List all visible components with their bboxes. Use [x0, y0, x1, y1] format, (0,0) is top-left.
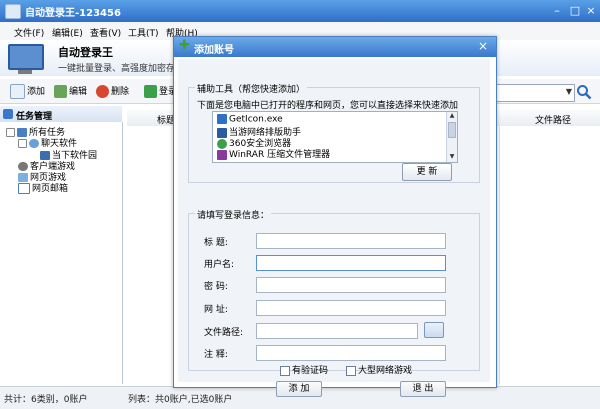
- status-left: 共计：6类别，0账户: [4, 395, 88, 405]
- task-panel-header: 任务管理: [0, 106, 122, 123]
- task-panel-title: 任务管理: [16, 112, 53, 122]
- url-label: 网 址:: [204, 305, 228, 315]
- refresh-button[interactable]: 更 新: [402, 163, 452, 181]
- password-field[interactable]: [256, 277, 446, 293]
- menu-view[interactable]: 查看(V): [90, 26, 121, 39]
- title-field[interactable]: [256, 233, 446, 249]
- add-button[interactable]: 添加: [10, 84, 45, 99]
- scroll-down-icon[interactable]: ▼: [448, 153, 456, 161]
- search-input[interactable]: ▼: [493, 84, 575, 102]
- dialog-title-bar: ✚ 添加账号 ×: [174, 37, 496, 57]
- title-label: 标 题:: [204, 238, 228, 248]
- delete-button[interactable]: 删除: [96, 84, 129, 98]
- task-tree: 所有任务 聊天软件 当下软件园 客户端游戏 网页游戏 网页邮箱: [0, 122, 123, 384]
- banner-subtitle: 一键批量登录、高强度加密存储: [58, 64, 185, 74]
- add-account-button[interactable]: 添 加: [276, 381, 322, 397]
- filepath-field[interactable]: [256, 323, 418, 339]
- add-icon: [10, 84, 25, 99]
- list-item[interactable]: GetIcon.exe: [217, 114, 283, 125]
- edit-button[interactable]: 编辑: [54, 84, 87, 98]
- username-label: 用户名:: [204, 260, 235, 270]
- captcha-checkbox[interactable]: 有验证码: [280, 363, 328, 376]
- menu-file[interactable]: 文件(F): [14, 26, 44, 39]
- note-field[interactable]: [256, 345, 446, 361]
- search-icon[interactable]: [576, 84, 592, 100]
- task-icon: [3, 109, 13, 119]
- app-icon: [5, 4, 21, 19]
- monitor-icon: [8, 44, 44, 70]
- collapse-icon[interactable]: [18, 139, 27, 148]
- column-filepath[interactable]: 文件路径: [535, 113, 571, 126]
- checkbox-icon[interactable]: [346, 365, 356, 376]
- dialog-title: 添加账号: [194, 45, 234, 56]
- column-divider: [499, 126, 500, 384]
- add-account-dialog: ✚ 添加账号 × 辅助工具（帮您快速添加） 下面是您电脑中已打开的程序和网页，您…: [173, 36, 497, 397]
- url-field[interactable]: [256, 300, 446, 316]
- delete-icon: [96, 85, 109, 98]
- scroll-thumb[interactable]: [448, 122, 456, 138]
- tree-item-web-mail[interactable]: 网页邮箱: [18, 181, 68, 194]
- scroll-up-icon[interactable]: ▲: [448, 112, 456, 120]
- dialog-body: 辅助工具（帮您快速添加） 下面是您电脑中已打开的程序和网页，您可以直接选择来快速…: [178, 59, 490, 397]
- filepath-label: 文件路径:: [204, 328, 244, 338]
- menu-edit[interactable]: 编辑(E): [52, 26, 83, 39]
- program-list[interactable]: GetIcon.exe 当游网络排版助手 360安全浏览器 WinRAR 压缩文…: [212, 111, 458, 163]
- banner-title: 自动登录王: [58, 46, 113, 59]
- login-group-title: 请填写登录信息：: [195, 208, 272, 221]
- exit-button[interactable]: 退 出: [400, 381, 446, 397]
- window-title: 自动登录王-123456: [25, 8, 121, 19]
- menu-tools[interactable]: 工具(T): [128, 26, 159, 39]
- chevron-down-icon[interactable]: ▼: [566, 87, 572, 96]
- browse-folder-button[interactable]: [424, 322, 444, 338]
- edit-icon: [54, 85, 67, 98]
- status-right: 列表：共0账户,已选0账户: [128, 395, 233, 405]
- helper-group-title: 辅助工具（帮您快速添加）: [195, 82, 308, 95]
- password-label: 密 码:: [204, 282, 228, 292]
- app-icon: [217, 114, 227, 124]
- close-icon[interactable]: ×: [582, 3, 600, 19]
- plus-icon: ✚: [179, 38, 190, 53]
- note-label: 注 释:: [204, 350, 228, 360]
- helper-description: 下面是您电脑中已打开的程序和网页，您可以直接选择来快速添加: [197, 101, 459, 111]
- monitor-stand-icon: [18, 70, 32, 74]
- large-game-checkbox[interactable]: 大型网络游戏: [346, 363, 412, 376]
- list-item[interactable]: WinRAR 压缩文件管理器: [217, 147, 330, 160]
- collapse-icon[interactable]: [6, 128, 15, 137]
- chat-icon: [29, 139, 39, 148]
- minimize-icon[interactable]: –: [548, 3, 566, 19]
- winrar-icon: [217, 149, 227, 160]
- play-icon: [144, 85, 157, 98]
- dialog-close-icon[interactable]: ×: [476, 39, 490, 53]
- list-scrollbar[interactable]: ▲ ▼: [446, 112, 457, 162]
- username-field[interactable]: [256, 255, 446, 271]
- checkbox-icon[interactable]: [280, 365, 290, 376]
- mail-icon: [18, 183, 30, 194]
- main-title-bar: 自动登录王-123456 – □ ×: [0, 0, 600, 22]
